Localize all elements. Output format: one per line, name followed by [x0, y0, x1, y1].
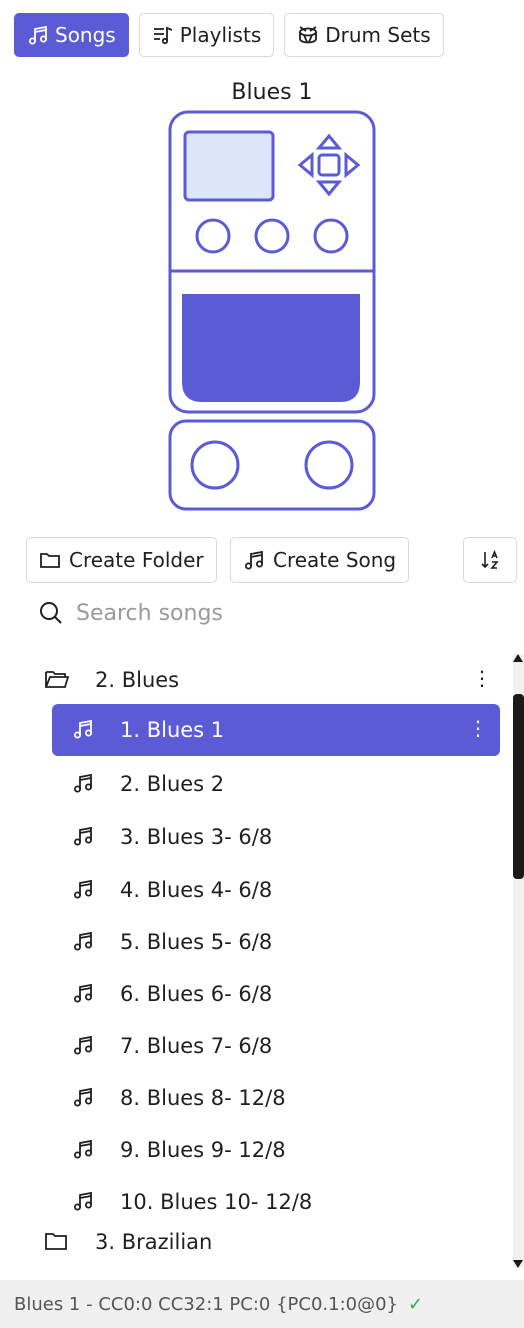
create-folder-label: Create Folder — [69, 548, 204, 572]
tab-playlists[interactable]: Playlists — [138, 13, 275, 57]
pedal-footswitch-housing — [168, 419, 376, 511]
tree-song[interactable]: 4. Blues 4- 6/8 — [52, 864, 500, 916]
song-label: 5. Blues 5- 6/8 — [120, 930, 273, 954]
scroll-up-arrow-icon[interactable] — [513, 654, 523, 662]
scrollbar-thumb[interactable] — [513, 694, 524, 879]
pedal-dpad — [297, 133, 361, 197]
status-bar: Blues 1 - CC0:0 CC32:1 PC:0 {PC0.1:0@0} … — [0, 1280, 524, 1328]
tree-song[interactable]: 5. Blues 5- 6/8 — [52, 916, 500, 968]
tab-label: Playlists — [179, 23, 262, 47]
song-label: 1. Blues 1 — [120, 718, 225, 742]
status-text: Blues 1 - CC0:0 CC32:1 PC:0 {PC0.1:0@0} — [14, 1293, 399, 1315]
song-label: 10. Blues 10- 12/8 — [120, 1190, 313, 1214]
pedal-title: Blues 1 — [231, 80, 313, 105]
folder-label: 2. Blues — [95, 668, 180, 692]
song-label: 8. Blues 8- 12/8 — [120, 1086, 286, 1110]
create-song-button[interactable]: Create Song — [230, 537, 410, 583]
sort-button[interactable] — [463, 537, 517, 583]
song-label: 2. Blues 2 — [120, 772, 225, 796]
music-note-icon — [72, 1086, 94, 1108]
drum-icon — [297, 24, 319, 46]
more-options-icon[interactable]: ⋮ — [472, 666, 492, 690]
pedal-lcd-screen — [183, 130, 275, 202]
tab-songs[interactable]: Songs — [14, 13, 129, 57]
tree-folder[interactable]: 3. Brazilian — [0, 1216, 510, 1268]
tab-label: Drum Sets — [325, 23, 431, 47]
music-note-icon — [72, 1034, 94, 1056]
music-note-icon — [72, 1138, 94, 1160]
pedal-footswitch — [190, 440, 240, 490]
song-label: 3. Blues 3- 6/8 — [120, 825, 273, 849]
tree-song[interactable]: 7. Blues 7- 6/8 — [52, 1020, 500, 1072]
pedal-knob — [313, 218, 349, 254]
music-note-icon — [72, 1190, 94, 1212]
create-song-label: Create Song — [273, 548, 397, 572]
music-note-icon — [27, 24, 49, 46]
search-input[interactable] — [76, 600, 456, 626]
search-icon — [38, 600, 64, 626]
create-folder-button[interactable]: Create Folder — [26, 537, 217, 583]
pedal-knob — [254, 218, 290, 254]
folder-icon — [44, 1230, 68, 1252]
pedal-graphic — [168, 110, 376, 511]
music-note-icon — [72, 930, 94, 952]
music-note-icon — [72, 878, 94, 900]
tab-label: Songs — [55, 23, 116, 47]
song-label: 9. Blues 9- 12/8 — [120, 1138, 286, 1162]
tree-song[interactable]: 9. Blues 9- 12/8 — [52, 1124, 500, 1176]
folder-icon — [39, 550, 61, 570]
tree-folder[interactable]: 2. Blues ⋮ — [0, 654, 510, 706]
search-bar — [38, 600, 456, 626]
sort-alpha-icon — [479, 549, 501, 571]
tree-song[interactable]: 2. Blues 2 — [52, 758, 500, 810]
tree-song[interactable]: 1. Blues 1 ⋮ — [52, 704, 500, 756]
pedal-footswitch — [304, 440, 354, 490]
song-label: 7. Blues 7- 6/8 — [120, 1034, 273, 1058]
tab-drum-sets[interactable]: Drum Sets — [284, 13, 444, 57]
scroll-down-arrow-icon[interactable] — [513, 1260, 523, 1268]
music-note-icon — [72, 982, 94, 1004]
music-note-icon — [72, 825, 94, 847]
tree-song[interactable]: 8. Blues 8- 12/8 — [52, 1072, 500, 1124]
music-note-icon — [243, 549, 265, 571]
pedal-knob — [195, 218, 231, 254]
song-label: 4. Blues 4- 6/8 — [120, 878, 273, 902]
status-check-icon: ✓ — [408, 1293, 424, 1315]
tree-song[interactable]: 6. Blues 6- 6/8 — [52, 968, 500, 1020]
song-label: 6. Blues 6- 6/8 — [120, 982, 273, 1006]
tree-song[interactable]: 3. Blues 3- 6/8 — [52, 811, 500, 863]
folder-open-icon — [44, 668, 70, 690]
pedal-expression-pad — [182, 294, 360, 402]
folder-label: 3. Brazilian — [95, 1230, 213, 1254]
view-tabs: Songs Playlists Drum Sets — [14, 13, 444, 57]
more-options-icon[interactable]: ⋮ — [468, 716, 488, 740]
music-note-icon — [72, 772, 94, 794]
music-note-icon — [72, 718, 94, 740]
playlist-icon — [152, 24, 174, 46]
